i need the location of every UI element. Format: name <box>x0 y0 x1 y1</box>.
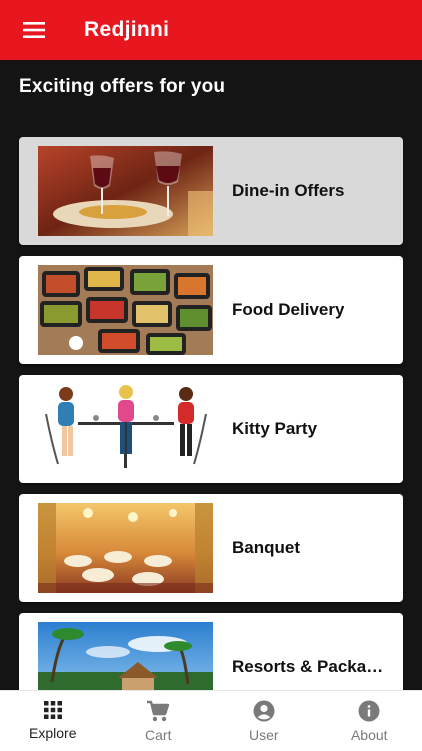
offer-card-kitty-party[interactable]: Kitty Party <box>19 375 403 483</box>
menu-button[interactable] <box>4 0 64 60</box>
info-icon <box>358 700 380 722</box>
offer-card-food-delivery[interactable]: Food Delivery <box>19 256 403 364</box>
nav-label-user: User <box>249 727 279 743</box>
nav-label-about: About <box>351 727 388 743</box>
user-icon <box>253 700 275 722</box>
app-bar: Redjinni <box>0 0 422 60</box>
offer-label: Food Delivery <box>232 256 397 364</box>
offer-label: Banquet <box>232 494 397 602</box>
nav-explore[interactable]: Explore <box>0 691 106 751</box>
kitty-party-illustration <box>38 384 213 474</box>
offer-label: Dine-in Offers <box>232 137 397 245</box>
offer-label: Kitty Party <box>232 375 397 483</box>
nav-label-explore: Explore <box>29 725 76 741</box>
offer-card-dine-in[interactable]: Dine-in Offers <box>19 137 403 245</box>
dine-in-photo <box>38 146 213 236</box>
hamburger-icon <box>22 21 46 39</box>
cart-icon <box>146 700 170 722</box>
nav-label-cart: Cart <box>145 727 171 743</box>
food-delivery-photo <box>38 265 213 355</box>
grid-icon <box>43 700 63 720</box>
app-title: Redjinni <box>84 18 169 42</box>
offer-card-banquet[interactable]: Banquet <box>19 494 403 602</box>
banquet-hall-photo <box>38 503 213 593</box>
nav-about[interactable]: About <box>317 691 422 751</box>
nav-cart[interactable]: Cart <box>106 691 212 751</box>
bottom-navigation: Explore Cart User About <box>0 690 422 751</box>
section-heading: Exciting offers for you <box>19 76 225 98</box>
nav-user[interactable]: User <box>211 691 317 751</box>
